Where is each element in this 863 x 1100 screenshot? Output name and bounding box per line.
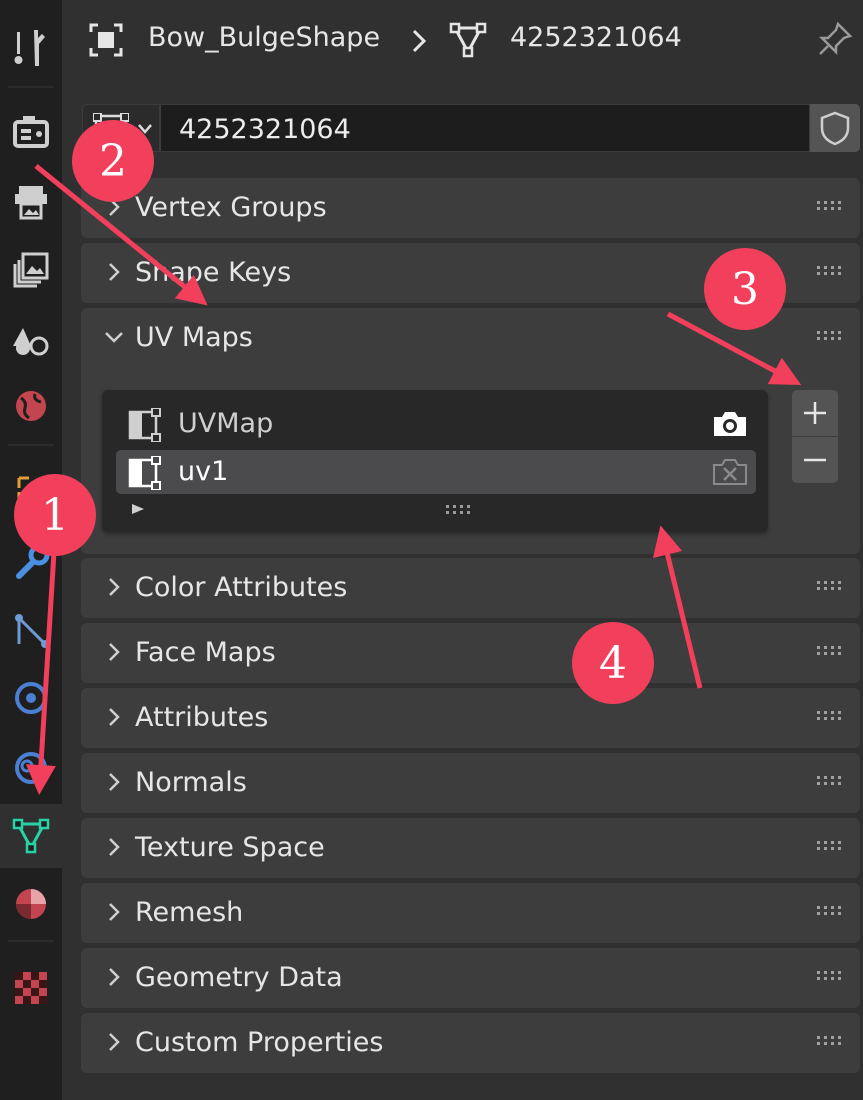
- chevron-right-icon: [109, 838, 120, 856]
- drag-grip-icon[interactable]: [816, 905, 842, 917]
- panel-custom-properties[interactable]: Custom Properties: [81, 1013, 860, 1073]
- panel-normals[interactable]: Normals: [81, 753, 860, 813]
- chevron-right-icon: [109, 903, 120, 921]
- camera-icon[interactable]: [712, 408, 748, 440]
- panel-title: Face Maps: [135, 637, 276, 668]
- panel-title: Shape Keys: [135, 257, 292, 288]
- panel-color-attributes[interactable]: Color Attributes: [81, 558, 860, 618]
- constraints-icon[interactable]: [0, 736, 62, 800]
- mesh-name-value: 4252321064: [179, 114, 351, 145]
- panel-texture-space[interactable]: Texture Space: [81, 818, 860, 878]
- drag-grip-icon[interactable]: [816, 265, 842, 277]
- mesh-data-icon[interactable]: [0, 804, 62, 868]
- uv-map-name: UVMap: [178, 408, 274, 439]
- object-type-icon: [89, 23, 123, 57]
- panel-attributes[interactable]: Attributes: [81, 688, 860, 748]
- drag-grip-icon[interactable]: [816, 775, 842, 787]
- list-filter-toggle-icon[interactable]: [130, 502, 146, 516]
- chevron-right-icon: [109, 708, 120, 726]
- minus-icon: [804, 458, 826, 462]
- tool-icon[interactable]: [0, 16, 62, 80]
- view-layer-icon[interactable]: [0, 238, 62, 302]
- uv-map-icon: [128, 408, 161, 442]
- panel-vertex-groups[interactable]: Vertex Groups: [81, 178, 860, 238]
- breadcrumb-mesh-name: 4252321064: [510, 22, 682, 53]
- remove-uv-map-button[interactable]: [792, 437, 838, 483]
- panel-title: Geometry Data: [135, 962, 343, 993]
- chevron-right-icon: [109, 643, 120, 661]
- pin-icon[interactable]: [816, 20, 854, 58]
- panel-title: Custom Properties: [135, 1027, 384, 1058]
- mesh-name-field[interactable]: 4252321064: [160, 104, 810, 152]
- uv-map-icon: [128, 456, 161, 490]
- particles-icon[interactable]: [0, 598, 62, 662]
- output-icon[interactable]: [0, 170, 62, 234]
- annotation-badge-3: 3: [704, 248, 786, 330]
- plus-icon: [804, 402, 826, 424]
- panel-geometry-data[interactable]: Geometry Data: [81, 948, 860, 1008]
- world-icon[interactable]: [0, 374, 62, 438]
- uv-map-row-uvmap[interactable]: UVMap: [116, 402, 756, 446]
- drag-grip-icon[interactable]: [816, 1035, 842, 1047]
- list-resize-grip-icon[interactable]: [444, 504, 474, 516]
- chevron-right-icon: [109, 263, 120, 281]
- drag-grip-icon[interactable]: [816, 200, 842, 212]
- properties-header: Bow_BulgeShape 4252321064: [62, 0, 863, 80]
- breadcrumb-object-name: Bow_BulgeShape: [148, 22, 381, 53]
- drag-grip-icon[interactable]: [816, 840, 842, 852]
- annotation-badge-4: 4: [572, 622, 654, 704]
- texture-icon[interactable]: [0, 956, 62, 1020]
- panel-title: UV Maps: [135, 322, 253, 353]
- panel-title: Normals: [135, 767, 247, 798]
- material-icon[interactable]: [0, 872, 62, 936]
- panel-remesh[interactable]: Remesh: [81, 883, 860, 943]
- chevron-right-icon: [109, 1033, 120, 1051]
- camera-off-icon[interactable]: [712, 456, 748, 488]
- panel-face-maps[interactable]: Face Maps: [81, 623, 860, 683]
- panel-title: Attributes: [135, 702, 269, 733]
- uv-map-name: uv1: [178, 456, 229, 487]
- fake-user-button[interactable]: [810, 104, 860, 152]
- physics-icon[interactable]: [0, 666, 62, 730]
- panel-title: Vertex Groups: [135, 192, 327, 223]
- chevron-right-icon: [109, 968, 120, 986]
- drag-grip-icon[interactable]: [816, 645, 842, 657]
- drag-grip-icon[interactable]: [816, 710, 842, 722]
- drag-grip-icon[interactable]: [816, 580, 842, 592]
- shield-icon: [820, 111, 850, 146]
- panel-title: Remesh: [135, 897, 244, 928]
- chevron-right-icon: [109, 578, 120, 596]
- chevron-right-icon: [109, 773, 120, 791]
- chevron-down-icon: [105, 332, 123, 343]
- panel-title: Color Attributes: [135, 572, 348, 603]
- drag-grip-icon[interactable]: [816, 330, 842, 342]
- uv-map-list[interactable]: UVMap uv1: [102, 390, 768, 532]
- drag-grip-icon[interactable]: [816, 970, 842, 982]
- uv-map-row-uv1[interactable]: uv1: [116, 450, 756, 494]
- render-icon[interactable]: [0, 100, 62, 164]
- annotation-badge-1: 1: [14, 474, 96, 556]
- add-uv-map-button[interactable]: [792, 390, 838, 436]
- mesh-breadcrumb-icon: [449, 22, 487, 58]
- panel-title: Texture Space: [135, 832, 325, 863]
- breadcrumb-chevron-icon: [412, 29, 427, 53]
- scene-icon[interactable]: [0, 306, 62, 370]
- annotation-badge-2: 2: [72, 120, 154, 202]
